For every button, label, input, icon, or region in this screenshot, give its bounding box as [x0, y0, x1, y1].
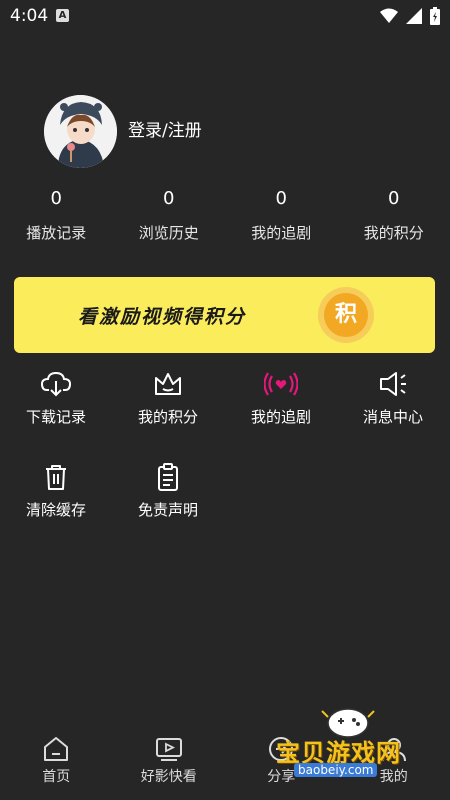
stat-value: 0	[275, 188, 287, 209]
watermark-url: baobeiy.com	[294, 763, 378, 777]
menu-my-follows[interactable]: 我的追剧	[225, 370, 337, 440]
points-coin-icon: 积	[318, 287, 374, 343]
stat-my-points[interactable]: 0 我的积分	[338, 188, 450, 244]
menu-message-center[interactable]: 消息中心	[337, 370, 449, 440]
menu-label: 免责声明	[137, 501, 198, 519]
notification-icon: A	[56, 9, 69, 22]
status-icons	[380, 7, 440, 25]
stat-my-follows[interactable]: 0 我的追剧	[225, 188, 338, 244]
clipboard-icon	[158, 463, 178, 491]
banner-text: 看激励视频得积分	[78, 306, 247, 328]
watermark: 宝贝游戏网 baobeiy.com	[276, 705, 426, 785]
stat-label: 浏览历史	[138, 224, 199, 242]
stat-play-record[interactable]: 0 播放记录	[0, 188, 113, 244]
status-time: 4:04	[10, 6, 49, 26]
signal-icon	[406, 8, 422, 24]
avatar[interactable]	[44, 95, 117, 168]
menu-my-points[interactable]: 我的积分	[112, 370, 224, 440]
stat-value: 0	[50, 188, 62, 209]
avatar-image	[44, 95, 117, 168]
stat-label: 我的积分	[363, 224, 424, 242]
reward-video-banner[interactable]: 看激励视频得积分 积	[14, 277, 435, 353]
menu-disclaimer[interactable]: 免责声明	[112, 463, 224, 533]
status-bar: 4:04 A	[0, 0, 450, 32]
nav-label: 好影快看	[140, 769, 197, 785]
stats-row: 0 播放记录 0 浏览历史 0 我的追剧 0 我的积分	[0, 188, 450, 244]
nav-home[interactable]: 首页	[0, 736, 113, 800]
menu-label: 我的追剧	[250, 408, 311, 426]
menu-label: 消息中心	[362, 408, 423, 426]
stat-value: 0	[388, 188, 400, 209]
crown-icon	[155, 373, 181, 395]
broadcast-heart-icon	[264, 372, 298, 396]
home-icon	[44, 737, 69, 761]
menu-download-records[interactable]: 下载记录	[0, 370, 112, 440]
wifi-icon	[380, 8, 398, 23]
speaker-icon	[380, 372, 406, 396]
battery-icon	[430, 7, 440, 25]
stat-label: 播放记录	[26, 224, 87, 242]
stat-value: 0	[163, 188, 175, 209]
menu-label: 清除缓存	[25, 501, 86, 519]
login-register-link[interactable]: 登录/注册	[128, 116, 202, 141]
nav-label: 首页	[42, 769, 71, 785]
stat-label: 我的追剧	[251, 224, 312, 242]
video-icon	[155, 738, 182, 761]
trash-icon	[46, 465, 66, 490]
cloud-download-icon	[40, 371, 72, 397]
menu-clear-cache[interactable]: 清除缓存	[0, 463, 112, 533]
nav-videos[interactable]: 好影快看	[113, 736, 226, 800]
menu-label: 我的积分	[137, 408, 198, 426]
menu-label: 下载记录	[25, 408, 86, 426]
stat-browse-history[interactable]: 0 浏览历史	[113, 188, 226, 244]
coin-label: 积	[324, 293, 368, 337]
